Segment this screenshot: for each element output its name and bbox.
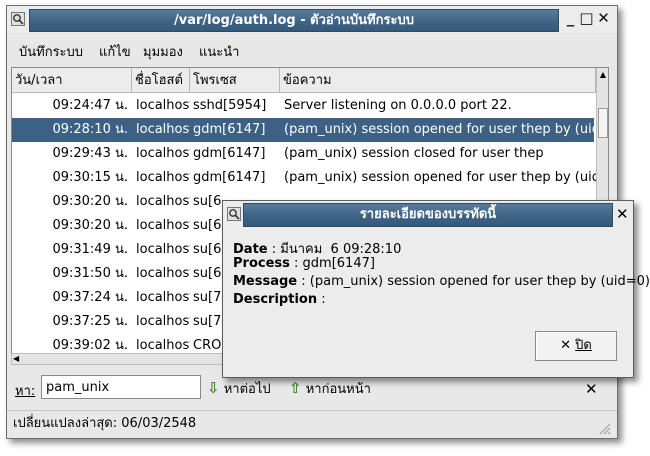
detail-description: Description : xyxy=(233,292,326,307)
last-modified-text: เปลี่ยนแปลงล่าสุด: 06/03/2548 xyxy=(13,416,197,431)
cell-time: 09:37:24 น. xyxy=(52,290,128,305)
close-x-icon: ✕ xyxy=(560,338,572,353)
cell-host: localhost xyxy=(136,170,190,185)
table-row[interactable]: 09:28:10 น. localhost gdm[6147] (pam_unix) … xyxy=(12,118,596,142)
cell-host: localhost xyxy=(136,98,190,113)
cell-process: gdm[6147] xyxy=(193,170,266,185)
dialog-close-button[interactable]: ✕ ปิด xyxy=(535,331,617,361)
detail-message: Message : (pam_unix) session opened for … xyxy=(233,274,650,289)
close-find-bar-button[interactable]: ✕ xyxy=(585,380,598,398)
cell-time: 09:37:25 น. xyxy=(52,314,128,329)
arrow-down-icon: ⇩ xyxy=(207,379,220,397)
dialog-title[interactable]: รายละเอียดของบรรทัดนี้ xyxy=(243,203,613,227)
find-previous-label: หาก่อนหน้า xyxy=(305,382,371,397)
scroll-left-arrow-icon[interactable]: ◀ xyxy=(13,354,23,364)
menu-edit[interactable]: แก้ไข xyxy=(99,41,131,62)
dialog-close-button-label: ปิด xyxy=(575,338,592,353)
cell-time: 09:30:15 น. xyxy=(52,170,128,185)
cell-process: sshd[5954] xyxy=(193,98,267,113)
table-row[interactable]: 09:30:15 น. localhost gdm[6147] (pam_unix) … xyxy=(12,166,596,190)
title-bar-caption[interactable]: /var/log/auth.log - ตัวอ่านบันทึกระบบ xyxy=(29,9,559,32)
date-value: มีนาคม 6 09:28:10 xyxy=(280,242,402,257)
process-label: Process xyxy=(233,256,290,271)
line-details-dialog: รายละเอียดของบรรทัดนี้ ✕ Date : มีนาคม 6… xyxy=(222,200,650,378)
cell-host: localhost xyxy=(136,242,190,257)
find-previous-button[interactable]: ⇧ หาก่อนหน้า xyxy=(289,375,371,401)
find-next-label: หาต่อไป xyxy=(223,382,271,397)
cell-host: localhost xyxy=(136,146,190,161)
title-bar: /var/log/auth.log - ตัวอ่านบันทึกระบบ _ … xyxy=(7,6,617,33)
cell-host: localhost xyxy=(136,314,190,329)
column-header-message[interactable]: ข้อความ xyxy=(280,68,596,93)
table-row[interactable]: 09:29:43 น. localhost gdm[6147] (pam_unix) … xyxy=(12,142,594,166)
cell-time: 09:30:20 น. xyxy=(52,194,128,209)
process-value: gdm[6147] xyxy=(302,256,375,271)
cell-time: 09:28:10 น. xyxy=(52,122,128,137)
cell-process: gdm[6147] xyxy=(193,122,266,137)
cell-time: 09:30:20 น. xyxy=(52,218,128,233)
find-input[interactable] xyxy=(41,375,201,399)
cell-message: (pam_unix) session opened for user thep … xyxy=(284,122,596,137)
vertical-scroll-thumb[interactable] xyxy=(598,108,608,138)
cell-message: Server listening on 0.0.0.0 port 22. xyxy=(284,98,512,113)
column-header-host[interactable]: ชื่อโฮสต์ xyxy=(132,68,190,93)
cell-message: (pam_unix) session closed for user thep xyxy=(284,146,544,161)
cell-host: localhost xyxy=(136,338,190,353)
message-label: Message xyxy=(233,274,298,289)
cell-time: 09:24:47 น. xyxy=(52,98,128,113)
column-header-process[interactable]: โพรเซส xyxy=(190,68,280,93)
close-window-button[interactable]: ✕ xyxy=(596,11,611,26)
cell-process: gdm[6147] xyxy=(193,146,266,161)
window-title: /var/log/auth.log - ตัวอ่านบันทึกระบบ xyxy=(174,13,414,28)
cell-time: 09:31:49 น. xyxy=(52,242,128,257)
maximize-button[interactable]: □ xyxy=(579,11,594,26)
cell-time: 09:39:02 น. xyxy=(52,338,128,353)
cell-host: localhost xyxy=(136,122,190,137)
cell-host: localhost xyxy=(136,290,190,305)
detail-process: Process : gdm[6147] xyxy=(233,256,375,271)
dialog-close-icon[interactable]: ✕ xyxy=(616,205,629,223)
find-label: หา: xyxy=(15,384,36,399)
date-label: Date xyxy=(233,242,268,257)
scroll-up-arrow-icon[interactable]: ▲ xyxy=(598,69,608,81)
menu-log[interactable]: บันทึกระบบ xyxy=(19,41,83,62)
table-row[interactable]: 09:24:47 น. localhost sshd[5954] Server lis… xyxy=(12,94,594,118)
cell-time: 09:29:43 น. xyxy=(52,146,128,161)
dialog-magnifier-icon xyxy=(227,207,241,221)
cell-host: localhost xyxy=(136,266,190,281)
minimize-button[interactable]: _ xyxy=(563,11,578,26)
cell-time: 09:31:50 น. xyxy=(52,266,128,281)
magnifier-icon xyxy=(11,12,25,26)
find-next-button[interactable]: ⇩ หาต่อไป xyxy=(207,375,271,401)
status-bar: เปลี่ยนแปลงล่าสุด: 06/03/2548 xyxy=(7,410,617,437)
resize-grip-icon[interactable] xyxy=(597,419,611,435)
menu-help[interactable]: แนะนำ xyxy=(199,41,239,62)
description-label: Description xyxy=(233,292,318,307)
menu-bar: บันทึกระบบ แก้ไข มุมมอง แนะนำ xyxy=(7,35,617,63)
cell-message: (pam_unix) session opened for user thep … xyxy=(284,170,596,185)
message-value: (pam_unix) session opened for user thep … xyxy=(309,274,650,289)
cell-host: localhost xyxy=(136,194,190,209)
arrow-up-icon: ⇧ xyxy=(289,379,302,397)
column-header-datetime[interactable]: วัน/เวลา xyxy=(12,68,132,93)
cell-host: localhost xyxy=(136,218,190,233)
menu-view[interactable]: มุมมอง xyxy=(143,41,183,62)
